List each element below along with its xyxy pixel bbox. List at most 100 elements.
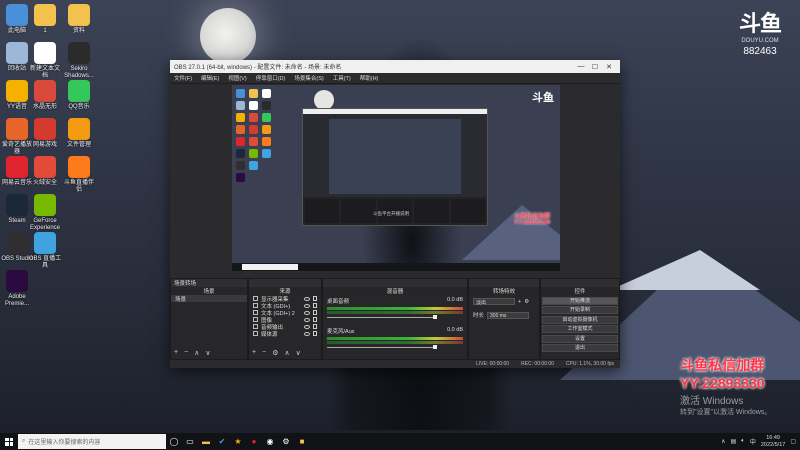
menu-file[interactable]: 文件(F)	[174, 74, 192, 82]
desktop-icon[interactable]: 斗鱼直播伴侣	[62, 156, 96, 194]
down-icon[interactable]: ∨	[205, 349, 210, 357]
visibility-icon[interactable]	[304, 324, 310, 329]
add-icon[interactable]: +	[252, 349, 256, 357]
settings-taskbar-icon[interactable]: ⚙	[278, 433, 294, 450]
desktop-icon[interactable]: 水晶无形	[28, 80, 62, 111]
desktop-icon-label: QQ音乐	[68, 104, 90, 110]
yy-taskbar-icon[interactable]: ★	[230, 433, 246, 450]
desktop-icon[interactable]: 新建文本文档	[28, 42, 62, 80]
live-tool-icon	[34, 232, 56, 254]
notifications-icon[interactable]: ▢	[790, 438, 796, 445]
source-item[interactable]: 图像	[249, 316, 321, 324]
scenes-toolbar: + − ∧ ∨	[174, 349, 210, 357]
music-taskbar-icon[interactable]: ●	[246, 433, 262, 450]
up-icon[interactable]: ∧	[284, 349, 289, 357]
start-streaming-button[interactable]: 开始推流	[542, 296, 618, 305]
lock-icon[interactable]	[313, 310, 317, 315]
yy-icon	[6, 80, 28, 102]
source-item[interactable]: 文本 (GDI+) 2	[249, 309, 321, 317]
add-icon[interactable]: +	[518, 299, 521, 305]
obs-taskbar-icon[interactable]: ◉	[262, 433, 278, 450]
app-taskbar-icon[interactable]: ■	[294, 433, 310, 450]
volume-slider[interactable]	[327, 345, 463, 349]
menu-docks[interactable]: 停靠窗口(D)	[256, 74, 286, 82]
transition-select[interactable]: 淡出	[473, 298, 515, 306]
taskbar: ⌕ 在这里输入你要搜索的内容 ◯ ▭ ▬ ✔ ★ ● ◉ ⚙ ■ ∧ ▤ 🔈︎ …	[0, 433, 800, 450]
studio-mode-button[interactable]: 工作室模式	[542, 325, 618, 333]
desktop-icon[interactable]: Sekiro Shadows...	[62, 42, 96, 80]
taskbar-search[interactable]: ⌕ 在这里输入你要搜索的内容	[18, 434, 166, 449]
volume-icon[interactable]: 🔈︎	[741, 438, 745, 445]
mountain-snowcap	[610, 250, 760, 290]
visibility-icon[interactable]	[304, 317, 310, 322]
activation-title: 激活 Windows	[680, 396, 744, 407]
recycle-bin-icon	[6, 42, 28, 64]
visibility-icon[interactable]	[304, 331, 310, 336]
start-button[interactable]	[0, 433, 18, 450]
duration-input[interactable]: 300 ms	[487, 311, 530, 319]
desktop-icon[interactable]: Adobe Premie...	[0, 270, 34, 308]
gear-icon[interactable]: ⚙	[524, 299, 529, 305]
add-icon[interactable]: +	[174, 349, 178, 357]
obs-titlebar[interactable]: OBS 27.0.1 (64-bit, windows) - 配置文件: 未命名…	[170, 60, 620, 73]
menu-edit[interactable]: 编辑(E)	[201, 74, 219, 82]
source-item[interactable]: 音频输出	[249, 323, 321, 331]
search-icon: ⌕	[22, 438, 26, 444]
desktop-icon[interactable]: 火绒安全	[28, 156, 62, 187]
down-icon[interactable]: ∨	[296, 349, 301, 357]
desktop-icon-label: 此电脑	[7, 28, 26, 34]
maximize-icon[interactable]: ☐	[588, 63, 602, 71]
check-app-icon[interactable]: ✔	[214, 433, 230, 450]
desktop-icon-label: Adobe Premie...	[4, 294, 29, 307]
obs-window[interactable]: OBS 27.0.1 (64-bit, windows) - 配置文件: 未命名…	[170, 60, 620, 368]
menu-scene-collection[interactable]: 场景集合(S)	[294, 74, 323, 82]
lock-icon[interactable]	[313, 324, 317, 329]
multitask-icon[interactable]: ▭	[182, 433, 198, 450]
task-view-icon[interactable]: ◯	[166, 433, 182, 450]
virtual-camera-button[interactable]: 启动虚拟摄像机	[542, 315, 618, 324]
lock-icon[interactable]	[313, 296, 317, 301]
desktop-icon[interactable]: 资料	[62, 4, 96, 35]
taskbar-clock[interactable]: 16:49 2022/5/17	[761, 435, 785, 449]
security-icon	[34, 156, 56, 178]
minimize-icon[interactable]: —	[574, 63, 588, 70]
controls-dock: 控件 开始推流 开始录制 启动虚拟摄像机 工作室模式 设置 退出	[540, 278, 620, 360]
ime-icon[interactable]: 中	[750, 437, 756, 446]
obs-menubar: 文件(F) 编辑(E) 视图(V) 停靠窗口(D) 场景集合(S) 工具(T) …	[170, 73, 620, 84]
settings-button[interactable]: 设置	[542, 334, 618, 343]
remove-icon[interactable]: −	[262, 349, 266, 357]
lock-icon[interactable]	[313, 331, 317, 336]
source-item[interactable]: 媒体源	[249, 330, 321, 338]
desktop-icon[interactable]: 文件管理	[62, 118, 96, 149]
desktop-icon[interactable]: GeForce Experience	[28, 194, 62, 232]
start-recording-button[interactable]: 开始录制	[542, 306, 618, 314]
exit-button[interactable]: 退出	[542, 344, 618, 352]
desktop-icon[interactable]: 网易游戏	[28, 118, 62, 149]
scene-item[interactable]: 场景	[171, 295, 247, 303]
visibility-icon[interactable]	[304, 310, 310, 315]
gear-icon[interactable]: ⚙	[272, 349, 278, 357]
file-explorer-icon[interactable]: ▬	[198, 433, 214, 450]
desktop-icon-label: 文件管理	[66, 142, 91, 148]
up-icon[interactable]: ∧	[194, 349, 199, 357]
close-icon[interactable]: ✕	[602, 63, 616, 71]
desktop-wallpaper: 此电脑 回收站 YY语音 爱奇艺播放器 网易云音乐 Steam OBS Studio Adob…	[0, 0, 800, 433]
menu-help[interactable]: 帮助(H)	[360, 74, 379, 82]
menu-tools[interactable]: 工具(T)	[333, 74, 351, 82]
scenes-dock-title: 场景转场	[171, 279, 247, 287]
network-icon[interactable]: ▤	[731, 438, 737, 445]
menu-view[interactable]: 视图(V)	[228, 74, 246, 82]
remove-icon[interactable]: −	[184, 349, 188, 357]
desktop-icon[interactable]: OBS 直播工具	[28, 232, 62, 270]
tray-chevron-icon[interactable]: ∧	[721, 438, 725, 445]
lock-icon[interactable]	[313, 317, 317, 322]
visibility-icon[interactable]	[304, 303, 310, 308]
obs-preview[interactable]: 斗鱼 斗鱼平台开播说明 斗鱼私信加群 YY:22893330	[232, 85, 560, 271]
visibility-icon[interactable]	[304, 296, 310, 301]
preview-promo-line-1: 斗鱼私信加群	[514, 214, 551, 220]
desktop-icon-label: Sekiro Shadows...	[64, 66, 94, 79]
desktop-icon[interactable]: 1	[28, 4, 62, 35]
lock-icon[interactable]	[313, 303, 317, 308]
volume-slider[interactable]	[327, 315, 463, 319]
desktop-icon[interactable]: QQ音乐	[62, 80, 96, 111]
